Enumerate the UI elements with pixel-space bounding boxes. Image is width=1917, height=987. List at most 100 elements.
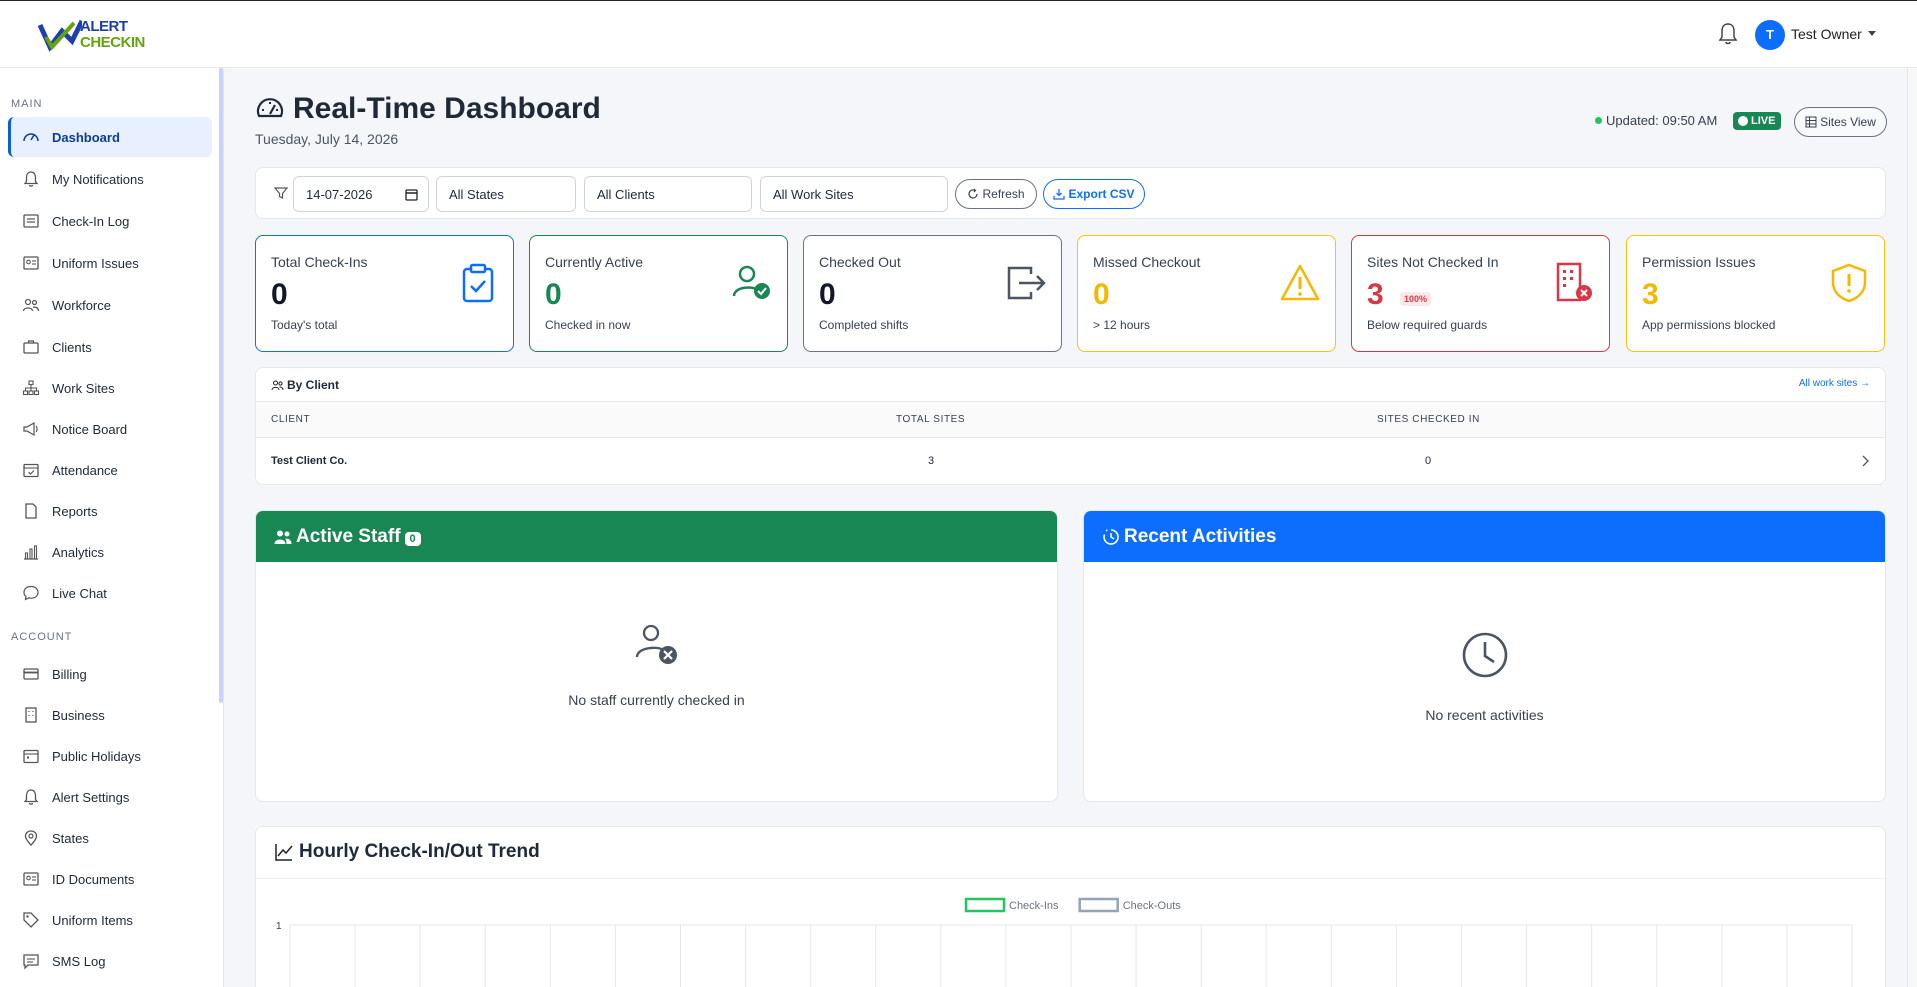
clients-select[interactable]: All Clients xyxy=(584,176,752,212)
sidebar-item-check-in-log[interactable]: Check-In Log xyxy=(8,201,212,241)
column-header-total-sites[interactable]: TOTAL SITES xyxy=(896,414,965,425)
last-updated: Updated: 09:50 AM xyxy=(1595,113,1717,128)
sidebar-item-label: Dashboard xyxy=(52,129,120,145)
notification-bell-icon[interactable] xyxy=(1716,21,1740,47)
box-arrow-right-icon xyxy=(1007,266,1046,300)
stat-value: 0 xyxy=(1093,278,1110,311)
stat-title: Permission Issues xyxy=(1642,254,1756,270)
sidebar-item-label: Analytics xyxy=(52,544,105,560)
stat-card-checked-out[interactable]: Checked Out 0 Completed shifts xyxy=(803,235,1062,352)
sidebar-item-label: Work Sites xyxy=(52,380,115,396)
sidebar-item-id-documents[interactable]: ID Documents xyxy=(8,859,212,899)
sidebar-item-sms-log[interactable]: SMS Log xyxy=(8,941,212,981)
states-select[interactable]: All States xyxy=(436,176,576,212)
refresh-label: Refresh xyxy=(982,187,1025,201)
sidebar-item-notice-board[interactable]: Notice Board xyxy=(8,409,212,449)
export-csv-label: Export CSV xyxy=(1068,187,1135,201)
sidebar-item-label: SMS Log xyxy=(52,953,106,969)
clients-select-value: All Clients xyxy=(597,186,655,202)
sidebar-item-public-holidays[interactable]: Public Holidays xyxy=(8,736,212,776)
calendar-icon[interactable] xyxy=(405,188,418,201)
sidebar-item-reports[interactable]: Reports xyxy=(8,491,212,531)
stat-title: Checked Out xyxy=(819,254,901,270)
sidebar-item-clients[interactable]: Clients xyxy=(8,327,212,367)
recent-activities-empty-text: No recent activities xyxy=(1425,707,1544,723)
sidebar-item-states[interactable]: States xyxy=(8,818,212,858)
download-icon xyxy=(1053,189,1066,200)
sidebar-item-label: Alert Settings xyxy=(52,789,130,805)
clipboard-check-icon xyxy=(462,263,494,303)
speedometer-icon xyxy=(23,133,39,142)
stat-card-sites-not-checked-in[interactable]: Sites Not Checked In 3 100% Below requir… xyxy=(1351,235,1610,352)
sidebar-item-label: Check-In Log xyxy=(52,213,130,229)
sidebar-item-work-sites[interactable]: Work Sites xyxy=(8,368,212,408)
recent-activities-title: Recent Activities xyxy=(1124,525,1277,547)
people-icon xyxy=(271,380,284,390)
brand-logo[interactable]: ALERT CHECKIN xyxy=(38,17,148,53)
sidebar-item-label: Public Holidays xyxy=(52,748,141,764)
sidebar-item-uniform-issues[interactable]: Uniform Issues xyxy=(8,243,212,283)
sidebar-item-uniform-items[interactable]: Uniform Items xyxy=(8,900,212,940)
bell-icon xyxy=(23,789,39,805)
tag-icon xyxy=(23,912,39,928)
user-x-icon xyxy=(635,624,677,664)
sidebar-item-live-chat[interactable]: Live Chat xyxy=(8,573,212,613)
by-client-panel: By Client All work sites → CLIENT TOTAL … xyxy=(255,367,1886,485)
sidebar-item-label: Uniform Items xyxy=(52,912,133,928)
hourly-trend-title-text: Hourly Check-In/Out Trend xyxy=(299,841,540,862)
sidebar-item-label: Business xyxy=(52,707,105,723)
page-title-text: Real-Time Dashboard xyxy=(293,92,601,125)
building-x-icon xyxy=(1556,262,1592,302)
column-header-sites-checked-in[interactable]: SITES CHECKED IN xyxy=(1377,414,1480,425)
sites-view-button[interactable]: Sites View xyxy=(1794,107,1887,137)
legend-label-1: Check-Outs xyxy=(1123,900,1182,912)
export-csv-button[interactable]: Export CSV xyxy=(1043,179,1145,209)
all-work-sites-link[interactable]: All work sites → xyxy=(1799,378,1870,389)
work-sites-select[interactable]: All Work Sites xyxy=(760,176,948,212)
bar-chart-icon xyxy=(24,545,38,560)
hourly-trend-chart[interactable]: Check-Ins Check-Outs 1 xyxy=(256,879,1886,987)
sidebar-item-workforce[interactable]: Workforce xyxy=(8,285,212,325)
stat-subtitle: Below required guards xyxy=(1367,318,1488,332)
chevron-right-icon[interactable] xyxy=(1860,455,1870,467)
stat-card-missed-checkout[interactable]: Missed Checkout 0 > 12 hours xyxy=(1077,235,1336,352)
sidebar: MAIN Dashboard My Notifications Check-In… xyxy=(0,68,224,987)
check-mark-logo-icon xyxy=(38,19,82,52)
chat-icon xyxy=(23,585,39,601)
sidebar-scrollbar[interactable] xyxy=(219,68,223,703)
stat-card-currently-active[interactable]: Currently Active 0 Checked in now xyxy=(529,235,788,352)
bell-icon xyxy=(23,171,39,187)
stat-card-permission-issues[interactable]: Permission Issues 3 App permissions bloc… xyxy=(1626,235,1885,352)
active-staff-header: Active Staff 0 xyxy=(256,511,1057,562)
shield-exclamation-icon xyxy=(1831,263,1867,303)
sidebar-item-attendance[interactable]: Attendance xyxy=(8,450,212,490)
sidebar-item-billing[interactable]: Billing xyxy=(8,654,212,694)
sidebar-item-business[interactable]: Business xyxy=(8,695,212,735)
column-header-client[interactable]: CLIENT xyxy=(271,414,310,425)
date-input[interactable]: 14-07-2026 xyxy=(293,176,429,212)
sidebar-item-analytics[interactable]: Analytics xyxy=(8,532,212,572)
stat-subtitle: Completed shifts xyxy=(819,318,909,332)
recent-activities-panel: Recent Activities No recent activities xyxy=(1083,510,1886,802)
user-name[interactable]: Test Owner xyxy=(1791,26,1862,42)
caret-down-icon[interactable] xyxy=(1868,31,1876,36)
last-updated-text: Updated: 09:50 AM xyxy=(1606,113,1718,128)
live-toggle[interactable]: LIVE xyxy=(1733,112,1782,130)
table-row[interactable]: Test Client Co. 3 0 xyxy=(256,438,1885,484)
page-scrollbar[interactable] xyxy=(1907,68,1917,987)
legend-swatch-0 xyxy=(964,897,1006,913)
table-header: CLIENT TOTAL SITES SITES CHECKED IN xyxy=(256,402,1885,438)
top-bar: ALERT CHECKIN T Test Owner xyxy=(0,0,1917,68)
refresh-button[interactable]: Refresh xyxy=(955,179,1037,209)
active-staff-title: Active Staff xyxy=(296,525,401,547)
legend-label-0: Check-Ins xyxy=(1009,900,1059,912)
sidebar-item-label: Notice Board xyxy=(52,421,128,437)
sidebar-item-my-notifications[interactable]: My Notifications xyxy=(8,159,212,199)
stat-card-total-check-ins[interactable]: Total Check-Ins 0 Today's total xyxy=(255,235,514,352)
sidebar-item-label: Clients xyxy=(52,339,92,355)
sidebar-item-dashboard[interactable]: Dashboard xyxy=(8,117,212,157)
active-staff-empty-text: No staff currently checked in xyxy=(568,692,745,708)
user-avatar[interactable]: T xyxy=(1755,20,1785,50)
sidebar-item-alert-settings[interactable]: Alert Settings xyxy=(8,777,212,817)
map-pin-icon xyxy=(24,830,38,846)
